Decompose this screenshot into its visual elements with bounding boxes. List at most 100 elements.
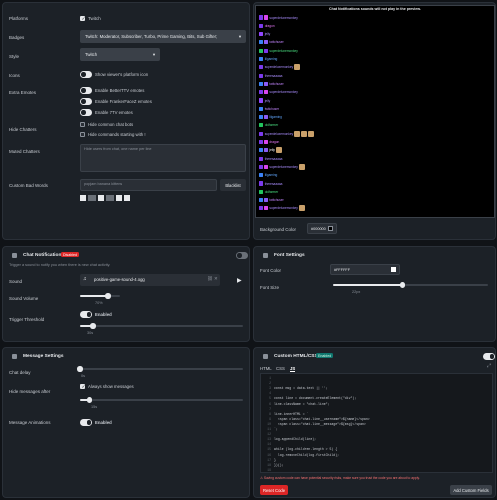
ffz-toggle[interactable]: [80, 98, 92, 105]
custom-code-title: Custom HTML/CSS: [274, 354, 318, 359]
code-line: 16 log.removeChild(log.firstChild);: [262, 453, 339, 457]
chip[interactable]: [98, 195, 104, 201]
chat-badge-icon: [263, 81, 268, 86]
ffz-toggle-label: Enable FrankerFaceZ emotes: [95, 99, 152, 104]
chat-username: superdeluxemonkey: [264, 65, 294, 70]
font-color-input[interactable]: #FFFFFF: [330, 264, 400, 275]
code-line: 17}: [262, 458, 276, 462]
icons-toggle[interactable]: [80, 71, 92, 78]
code-line: 14: [262, 442, 274, 446]
chevron-down-icon: ▾: [152, 51, 155, 57]
expand-icon[interactable]: ⤢: [487, 363, 491, 369]
always-show-checkbox[interactable]: [80, 384, 85, 390]
bell-icon: [12, 253, 17, 258]
style-select[interactable]: Twitch ▾: [80, 48, 160, 61]
chevron-down-icon: ▾: [238, 33, 241, 39]
chip[interactable]: [116, 195, 122, 201]
hide-bots-checkbox[interactable]: [80, 122, 85, 127]
hide-commands-checkbox[interactable]: [80, 132, 85, 137]
bttv-toggle[interactable]: [80, 87, 92, 94]
code-editor[interactable]: 1 2 3 const msg = data.text || ''; 4 5 const l…: [260, 373, 493, 473]
code-text: }: [274, 457, 276, 462]
line-number: 11: [267, 427, 271, 431]
custom-code-toggle[interactable]: [483, 353, 495, 360]
code-line: 19: [262, 468, 274, 472]
blacklist-button[interactable]: Blacklist: [220, 179, 246, 191]
font-settings-title: Font Settings: [274, 253, 305, 258]
bg-color-input[interactable]: #000000: [307, 223, 337, 234]
line-number: 12: [267, 432, 271, 437]
chat-badge-icon: [259, 73, 264, 78]
slider-handle[interactable]: [87, 397, 93, 403]
chat-message-row: oldfarmer: [259, 123, 278, 128]
code-text: line.className = "chat-line";: [274, 401, 330, 406]
play-icon[interactable]: ▶: [237, 277, 242, 284]
bad-words-chips: [80, 195, 130, 201]
line-number: 18: [267, 462, 271, 467]
hide-messages-slider[interactable]: [80, 397, 243, 403]
chat-message-row: superdeluxemonkey: [259, 130, 314, 137]
tab-js[interactable]: JS: [290, 366, 296, 372]
warning-message: Saving custom code can have potential se…: [263, 476, 420, 480]
slider-handle[interactable]: [77, 366, 83, 372]
slider-handle[interactable]: [400, 282, 406, 288]
bad-words-input[interactable]: popjam banana kittens: [80, 179, 217, 191]
font-icon: [263, 253, 268, 258]
preview-title: Chat Notifications sounds will not play …: [329, 7, 421, 11]
7tv-toggle[interactable]: [80, 109, 92, 116]
chip[interactable]: [106, 195, 114, 201]
threshold-label: Trigger Threshold: [9, 317, 45, 322]
chat-badge-icon: [259, 164, 264, 169]
threshold-toggle[interactable]: [80, 311, 92, 318]
muted-chatters-label: Muted Chatters: [9, 149, 40, 154]
line-number: 8: [269, 411, 271, 416]
chat-message-row: twitchuser: [259, 198, 284, 203]
slider-handle[interactable]: [105, 293, 111, 299]
chip[interactable]: [88, 195, 96, 201]
chip[interactable]: [124, 195, 130, 201]
chat-username: theresaaaaa: [264, 181, 283, 186]
chat-notifications-panel: Chat Notifications Disabled Trigger a so…: [2, 246, 250, 342]
threshold-slider[interactable]: [80, 323, 243, 329]
slider-handle[interactable]: [90, 323, 96, 329]
code-line: 2: [262, 381, 274, 385]
muted-chatters-textarea[interactable]: Hide users from chat, one name per line: [80, 144, 246, 172]
chat-notifications-toggle[interactable]: [236, 252, 248, 259]
chat-badge-icon: [263, 148, 268, 153]
sound-file-name: positive-game-sound-4.ogg: [94, 277, 145, 282]
link-icon[interactable]: ⛓: [207, 276, 213, 282]
platforms-label: Platforms: [9, 16, 29, 21]
code-text: log.removeChild(log.firstChild);: [274, 452, 340, 457]
reset-code-button[interactable]: Reset Code: [260, 485, 288, 495]
animations-toggle[interactable]: [80, 419, 92, 426]
chat-badge-icon: [259, 32, 264, 37]
chat-delay-slider[interactable]: [77, 366, 243, 372]
close-icon[interactable]: ✕: [214, 276, 218, 282]
code-line: 4: [262, 391, 274, 395]
tab-html[interactable]: HTML: [260, 366, 272, 371]
message-settings-panel: Message Settings Chat delay 0s Hide mess…: [2, 347, 250, 498]
chat-badge-icon: [259, 65, 264, 70]
code-text: })();: [274, 462, 284, 467]
chat-delay-value: 0s: [81, 374, 86, 378]
code-line: 10 <span class="chat-line__message">${ms…: [262, 422, 366, 426]
status-badge: Disabled: [61, 252, 79, 258]
bg-color-swatch: [328, 226, 333, 231]
tab-css[interactable]: CSS: [276, 366, 285, 371]
chat-username: twitchuser: [269, 198, 284, 203]
chat-username: oldfarmer: [264, 123, 279, 128]
line-number: 2: [269, 381, 271, 386]
chat-badge-icon: [263, 139, 268, 145]
add-custom-fields-button[interactable]: Add Custom Fields: [450, 485, 492, 495]
warning-text: ⚠ Saving custom code can have potential …: [260, 476, 420, 480]
badges-select[interactable]: Twitch: Moderator, Subscriber, Turbo, Pr…: [80, 30, 246, 43]
font-size-slider[interactable]: [333, 282, 488, 288]
font-color-swatch: [391, 267, 396, 272]
chat-notifications-desc: Trigger a sound to notify you when there…: [9, 263, 111, 267]
chip[interactable]: [80, 195, 86, 201]
twitch-checkbox[interactable]: [80, 16, 85, 22]
sound-file-field[interactable]: ♫ positive-game-sound-4.ogg ⛓ ✕: [80, 274, 220, 286]
line-number: 5: [269, 396, 271, 401]
chat-message-row: twitchuser: [259, 81, 284, 86]
volume-slider[interactable]: [80, 293, 120, 299]
